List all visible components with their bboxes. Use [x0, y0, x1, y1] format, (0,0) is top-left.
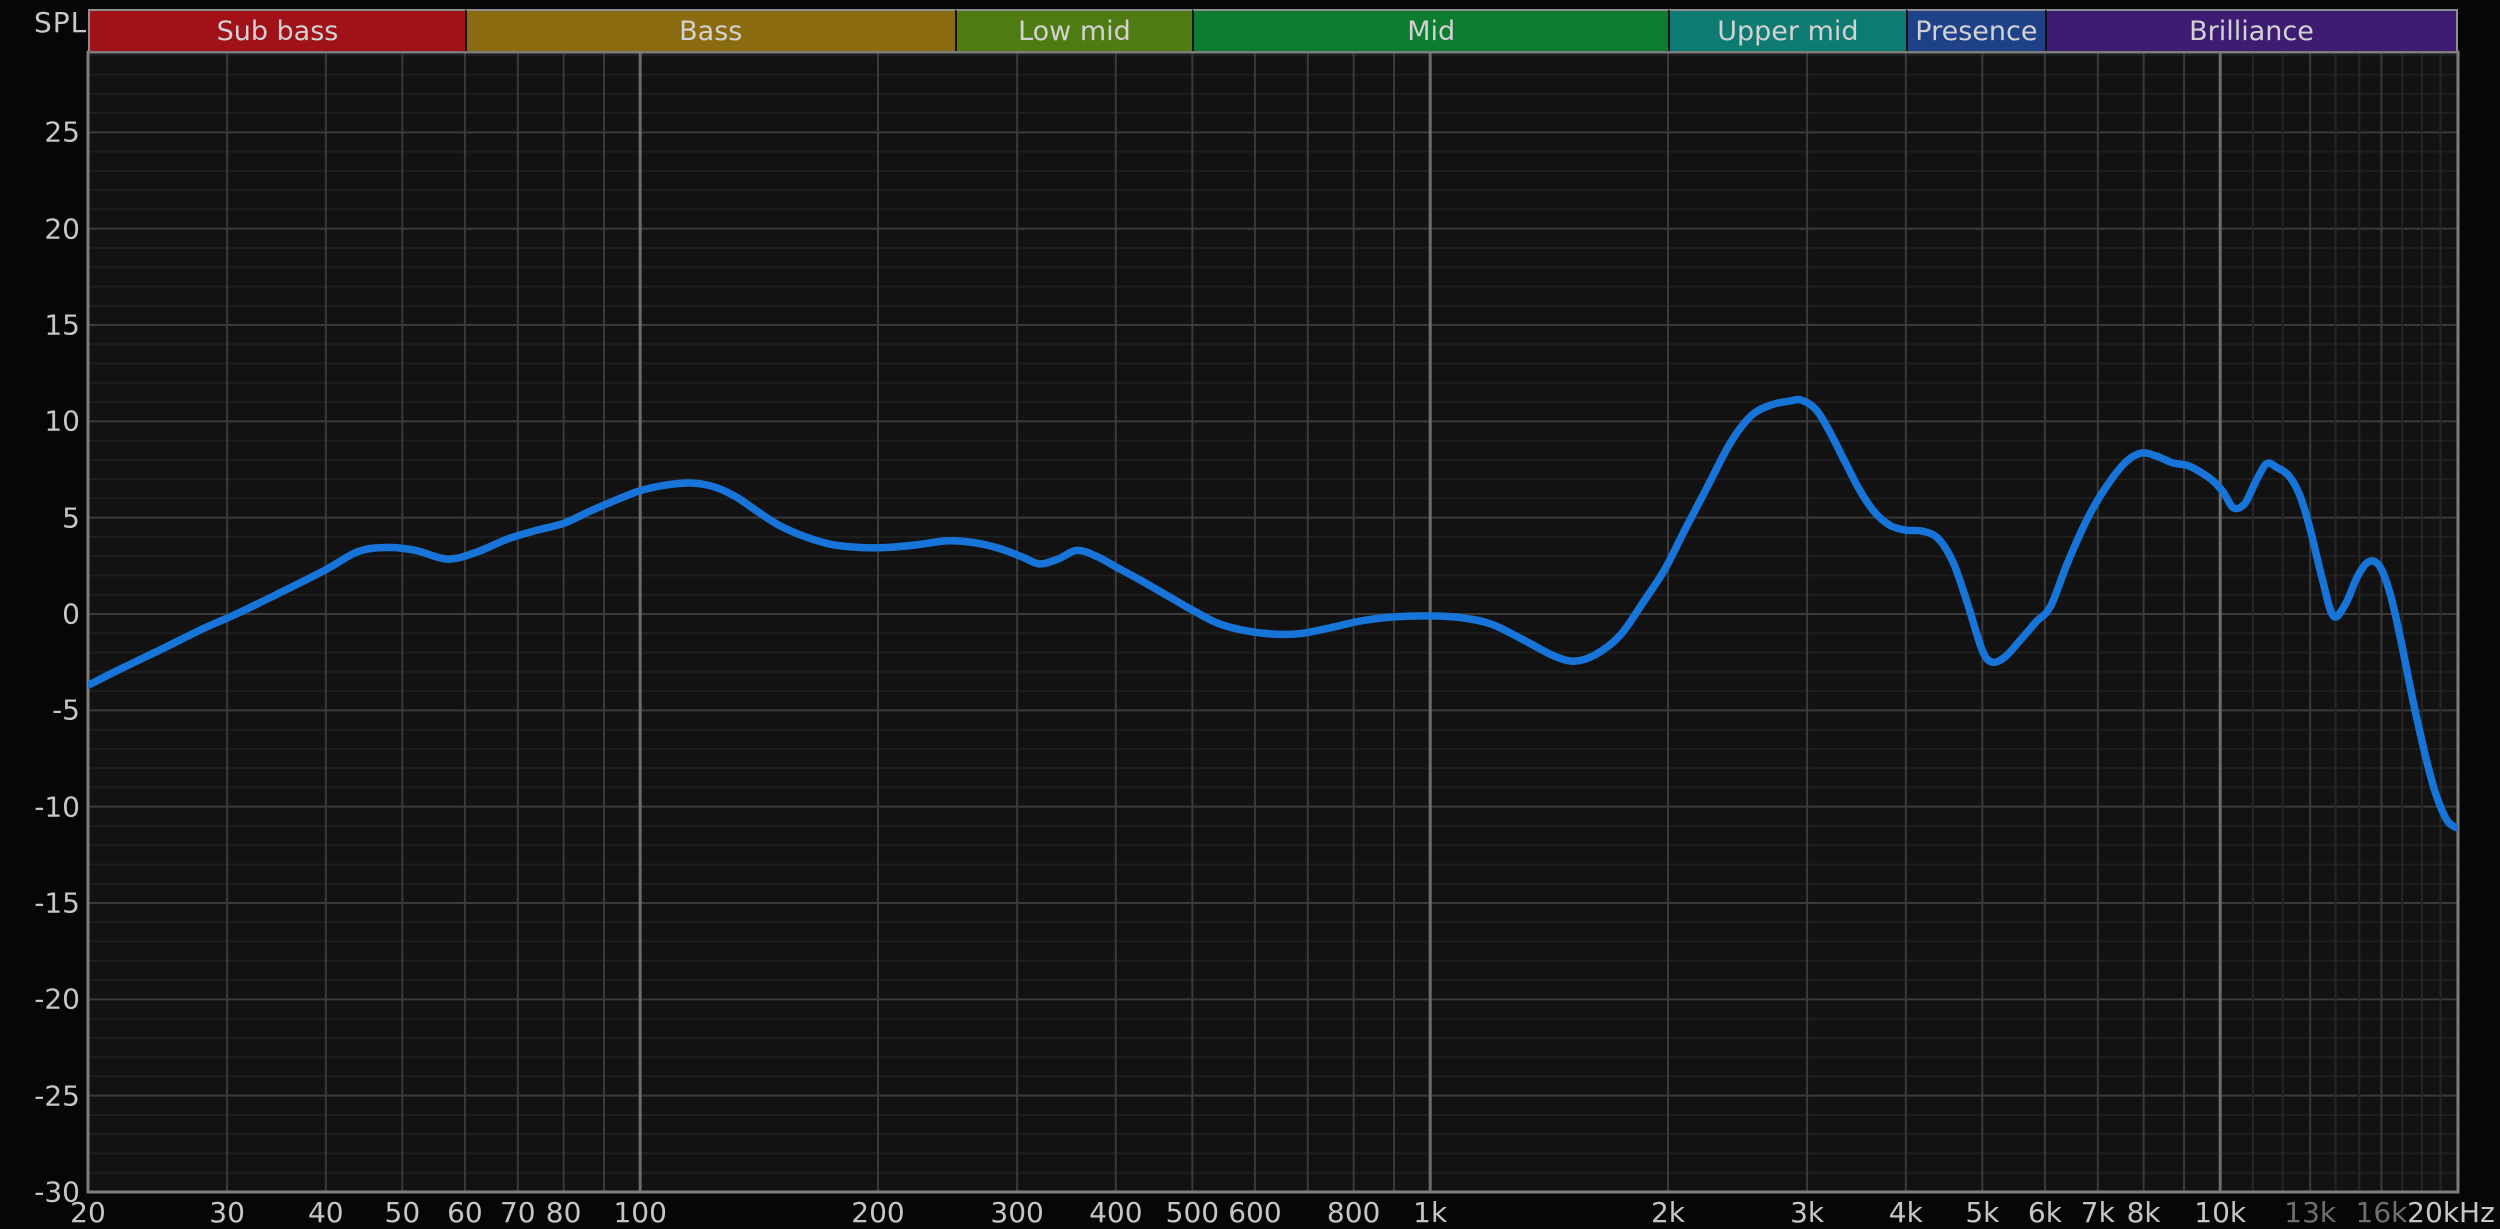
x-tick-label-40: 40 [307, 1196, 344, 1229]
x-tick-label-100: 100 [613, 1196, 667, 1229]
x-tick-label-200: 200 [851, 1196, 905, 1229]
x-tick-label-6k: 6k [2027, 1196, 2062, 1229]
frequency-response-chart: SPL Sub bass Bass Low mid Mid Upper mid Prese… [0, 0, 2500, 1229]
y-tick-label-10: 10 [44, 404, 80, 438]
band-brilliance: Brilliance [2044, 9, 2458, 51]
plot-area [88, 52, 2458, 1192]
band-upper-mid: Upper mid [1668, 9, 1906, 51]
y-tick-label--25: -25 [34, 1079, 80, 1113]
y-tick-label-15: 15 [44, 308, 80, 342]
x-tick-label-5k: 5k [1965, 1196, 2000, 1229]
band-label-sub-bass: Sub bass [216, 15, 339, 47]
y-tick-label--5: -5 [52, 693, 80, 727]
y-tick-label-5: 5 [62, 501, 80, 535]
x-tick-label-4k: 4k [1888, 1196, 1923, 1229]
x-tick-label-3k: 3k [1790, 1196, 1825, 1229]
band-presence: Presence [1905, 9, 2045, 51]
band-label-bass: Bass [679, 15, 743, 47]
x-tick-label-2k: 2k [1650, 1196, 1686, 1229]
y-tick-label-20: 20 [44, 212, 80, 246]
x-tick-label-20kHz: 20kHz [2407, 1196, 2495, 1229]
band-bass: Bass [464, 9, 955, 51]
band-label-presence: Presence [1915, 15, 2038, 47]
frequency-band-strip: Sub bass Bass Low mid Mid Upper mid Presence B… [0, 0, 2500, 52]
x-tick-label-13k: 13k [2284, 1196, 2337, 1229]
x-tick-label-20: 20 [70, 1196, 106, 1229]
x-tick-label-8k: 8k [2126, 1196, 2161, 1229]
x-tick-label-80: 80 [545, 1196, 582, 1229]
x-tick-label-16k: 16k [2355, 1196, 2408, 1229]
band-label-upper-mid: Upper mid [1717, 15, 1859, 47]
band-low-mid: Low mid [954, 9, 1193, 51]
band-mid: Mid [1192, 9, 1668, 51]
x-tick-label-800: 800 [1326, 1196, 1381, 1229]
band-label-brilliance: Brilliance [2189, 15, 2314, 47]
y-tick-label--10: -10 [34, 790, 80, 824]
x-tick-label-600: 600 [1228, 1196, 1282, 1229]
band-label-mid: Mid [1407, 15, 1456, 47]
x-tick-label-70: 70 [499, 1196, 536, 1229]
band-label-low-mid: Low mid [1018, 15, 1131, 47]
x-tick-label-400: 400 [1089, 1196, 1143, 1229]
x-tick-label-50: 50 [384, 1196, 421, 1229]
band-sub-bass: Sub bass [88, 9, 465, 51]
x-tick-label-500: 500 [1165, 1196, 1220, 1229]
y-tick-label-25: 25 [44, 115, 80, 149]
x-tick-label-7k: 7k [2080, 1196, 2115, 1229]
x-tick-label-30: 30 [209, 1196, 245, 1229]
x-tick-label-60: 60 [447, 1196, 483, 1229]
chart-canvas [86, 50, 2460, 1194]
y-tick-label--15: -15 [34, 886, 80, 920]
x-tick-label-1k: 1k [1413, 1196, 1448, 1229]
y-tick-label-0: 0 [62, 597, 80, 631]
x-tick-label-300: 300 [990, 1196, 1044, 1229]
x-tick-label-10k: 10k [2194, 1196, 2247, 1229]
y-tick-label--20: -20 [34, 982, 80, 1016]
